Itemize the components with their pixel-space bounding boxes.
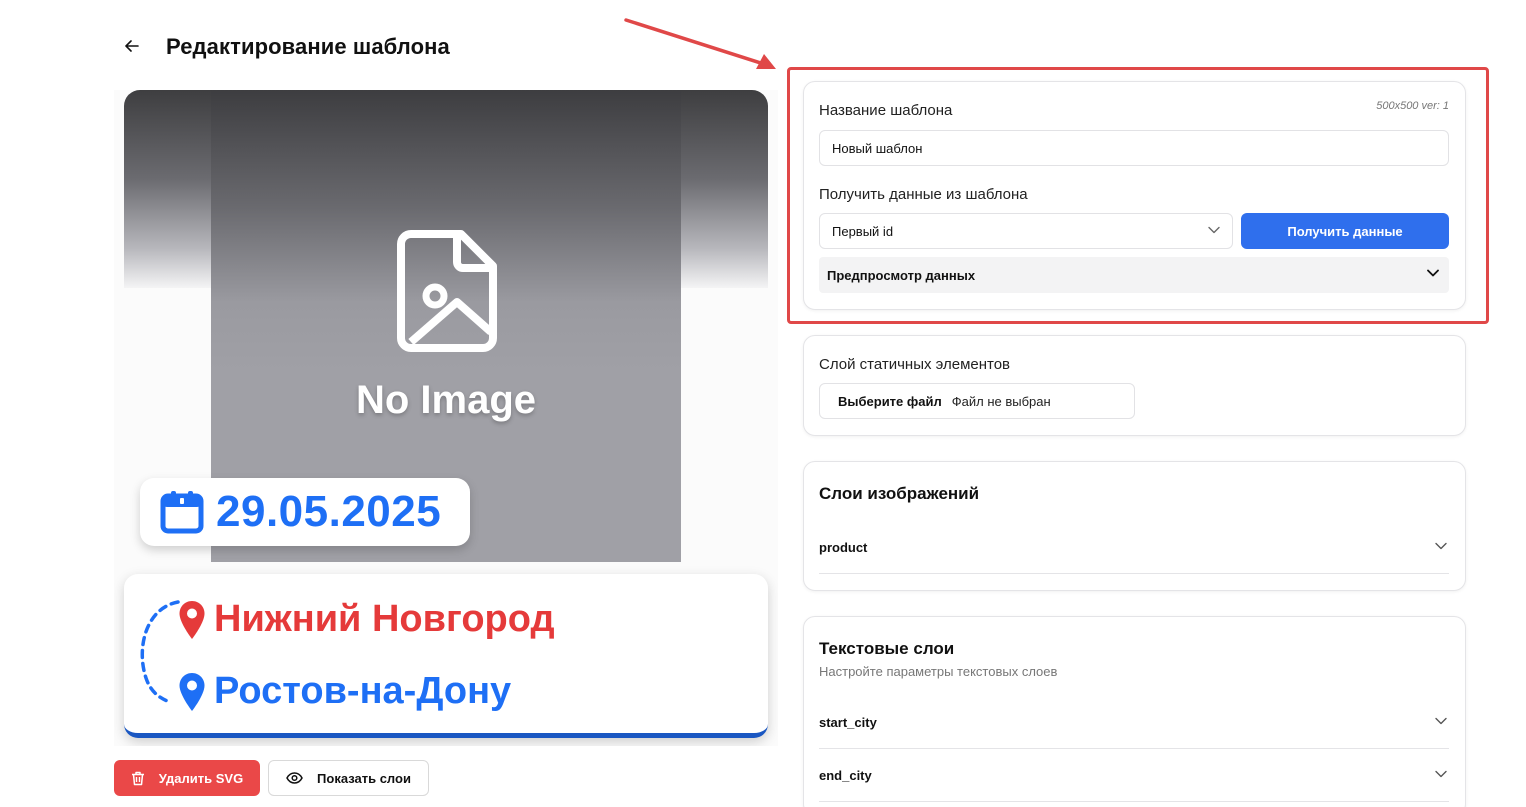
template-name-label: Название шаблона — [819, 102, 953, 119]
image-file-icon — [397, 230, 497, 352]
image-layer-item-product[interactable]: product — [819, 522, 1449, 574]
template-preview: No Image 29.05.2025 Нижний Новгород Рост… — [114, 90, 778, 746]
trash-icon — [131, 771, 144, 785]
static-layer-label: Слой статичных элементов — [819, 356, 1011, 373]
start-city-text: Нижний Новгород — [214, 598, 555, 640]
text-layer-label: start_city — [819, 715, 877, 730]
image-layers-title: Слои изображений — [819, 484, 980, 503]
file-status: Файл не выбран — [951, 393, 1051, 409]
text-layer-label: end_city — [819, 768, 872, 783]
source-template-select[interactable]: Первый id — [819, 213, 1233, 249]
static-layer-file-input[interactable]: Выберите файл Файл не выбран — [819, 383, 1135, 419]
data-preview-accordion[interactable]: Предпросмотр данных — [819, 257, 1449, 293]
choose-file-button[interactable]: Выберите файл — [838, 394, 942, 409]
static-layer-card: Слой статичных элементов Выберите файл Ф… — [803, 335, 1466, 436]
start-city: Нижний Новгород — [178, 598, 555, 641]
location-pin-icon — [179, 600, 205, 639]
date-text: 29.05.2025 — [216, 487, 442, 536]
data-preview-label: Предпросмотр данных — [827, 267, 976, 283]
template-settings-card: Название шаблона 500x500 ver: 1 Новый ша… — [803, 81, 1466, 310]
show-layers-button[interactable]: Показать слои — [268, 760, 429, 796]
no-image-text: No Image — [355, 378, 537, 422]
text-layers-subtitle: Настройте параметры текстовых слоев — [819, 664, 1058, 679]
chevron-down-icon — [1435, 542, 1447, 550]
template-name-input[interactable]: Новый шаблон — [819, 130, 1449, 166]
source-template-label: Получить данные из шаблона — [819, 186, 1028, 203]
show-layers-label: Показать слои — [317, 770, 411, 786]
date-badge: 29.05.2025 — [140, 478, 470, 546]
arrow-left-icon — [125, 40, 139, 52]
end-city: Ростов-на-Дону — [178, 670, 511, 713]
route-card: Нижний Новгород Ростов-на-Дону — [124, 574, 768, 738]
eye-icon — [286, 772, 303, 784]
chevron-down-icon — [1435, 717, 1447, 725]
text-layer-item-end-city[interactable]: end_city — [819, 750, 1449, 802]
delete-svg-label: Удалить SVG — [158, 770, 244, 786]
fetch-data-button[interactable]: Получить данные — [1241, 213, 1449, 249]
source-template-value: Первый id — [832, 223, 894, 239]
text-layers-title: Текстовые слои — [819, 639, 955, 658]
annotation-arrow — [624, 18, 776, 69]
chevron-down-icon — [1435, 770, 1447, 778]
location-pin-icon — [179, 672, 205, 711]
page-title: Редактирование шаблона — [166, 34, 450, 59]
end-city-text: Ростов-на-Дону — [214, 670, 512, 712]
template-meta: 500x500 ver: 1 — [1376, 100, 1449, 112]
image-layer-label: product — [819, 540, 868, 555]
delete-svg-button[interactable]: Удалить SVG — [114, 760, 260, 796]
calendar-icon — [160, 491, 204, 534]
chevron-down-icon — [1208, 226, 1220, 234]
image-layers-card: Слои изображений product — [803, 461, 1466, 591]
chevron-down-icon — [1427, 269, 1439, 277]
back-button[interactable] — [122, 36, 142, 56]
text-layers-card: Текстовые слои Настройте параметры текст… — [803, 616, 1466, 807]
text-layer-item-start-city[interactable]: start_city — [819, 697, 1449, 749]
